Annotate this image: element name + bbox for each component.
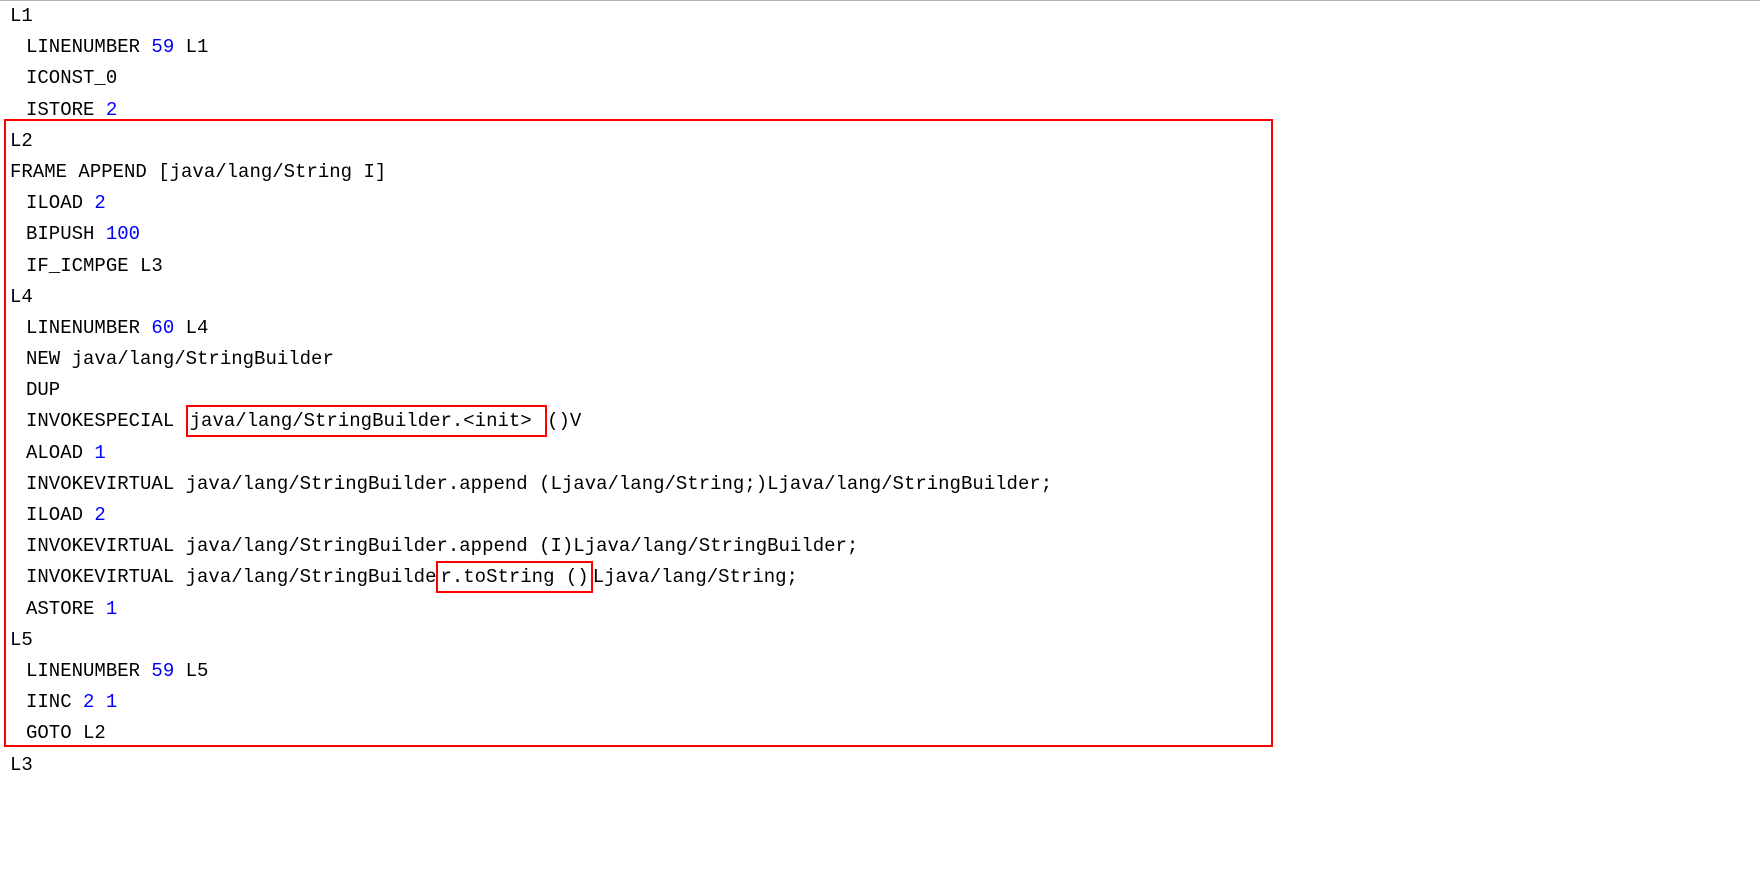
highlight-inline: r.toString () [436, 561, 592, 593]
bytecode-line: IF_ICMPGE L3 [0, 251, 1760, 282]
number-literal: 100 [106, 223, 140, 245]
bytecode-line: LINENUMBER 60 L4 [0, 313, 1760, 344]
bytecode-line: L1 [0, 1, 1760, 32]
bytecode-line: LINENUMBER 59 L5 [0, 656, 1760, 687]
number-literal: 1 [94, 442, 105, 464]
number-literal: 2 [83, 691, 94, 713]
bytecode-line: INVOKEVIRTUAL java/lang/StringBuilder.to… [0, 562, 1760, 593]
bytecode-line: DUP [0, 375, 1760, 406]
bytecode-line: ASTORE 1 [0, 594, 1760, 625]
bytecode-line: L5 [0, 625, 1760, 656]
bytecode-line: ILOAD 2 [0, 188, 1760, 219]
number-literal: 2 [94, 192, 105, 214]
number-literal: 1 [106, 598, 117, 620]
number-literal: 2 [94, 504, 105, 526]
number-literal: 60 [151, 317, 174, 339]
bytecode-line: INVOKEVIRTUAL java/lang/StringBuilder.ap… [0, 469, 1760, 500]
bytecode-line: BIPUSH 100 [0, 219, 1760, 250]
bytecode-line: L3 [0, 750, 1760, 781]
bytecode-line: GOTO L2 [0, 718, 1760, 749]
bytecode-line: FRAME APPEND [java/lang/String I] [0, 157, 1760, 188]
bytecode-line: INVOKEVIRTUAL java/lang/StringBuilder.ap… [0, 531, 1760, 562]
number-literal: 59 [151, 660, 174, 682]
bytecode-line: ISTORE 2 [0, 95, 1760, 126]
bytecode-line: L4 [0, 282, 1760, 313]
number-literal: 1 [106, 691, 117, 713]
number-literal: 2 [106, 99, 117, 121]
bytecode-line: LINENUMBER 59 L1 [0, 32, 1760, 63]
bytecode-line: INVOKESPECIAL java/lang/StringBuilder.<i… [0, 406, 1760, 437]
bytecode-line: ICONST_0 [0, 63, 1760, 94]
bytecode-line: ILOAD 2 [0, 500, 1760, 531]
bytecode-listing: L1LINENUMBER 59 L1ICONST_0ISTORE 2L2FRAM… [0, 1, 1760, 781]
bytecode-line: NEW java/lang/StringBuilder [0, 344, 1760, 375]
bytecode-line: ALOAD 1 [0, 438, 1760, 469]
bytecode-line: IINC 2 1 [0, 687, 1760, 718]
highlight-inline: java/lang/StringBuilder.<init> [186, 405, 547, 437]
number-literal: 59 [151, 36, 174, 58]
bytecode-line: L2 [0, 126, 1760, 157]
